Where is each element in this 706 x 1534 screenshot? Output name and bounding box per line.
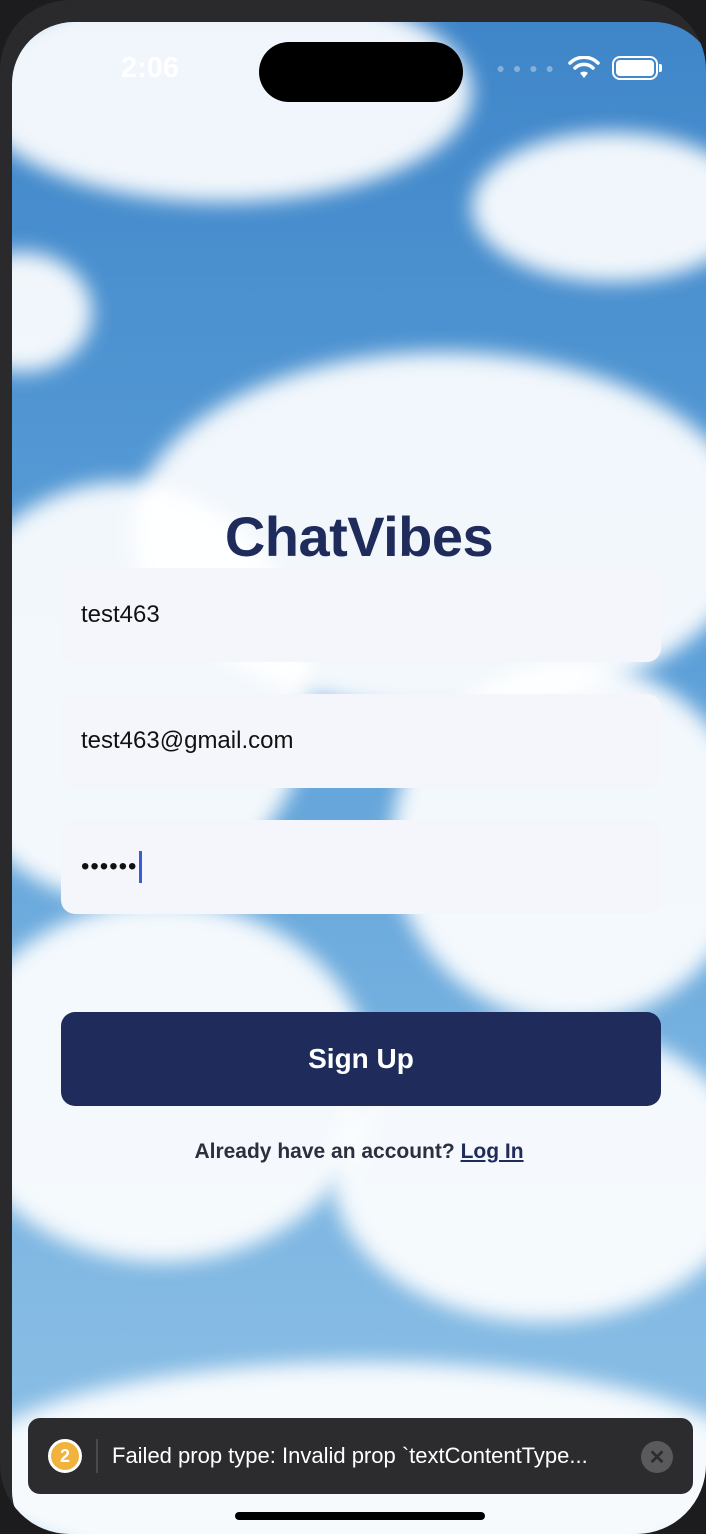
warning-toast[interactable]: 2 Failed prop type: Invalid prop `textCo…	[28, 1418, 693, 1494]
close-icon[interactable]: ✕	[641, 1441, 673, 1473]
app-title: ChatVibes	[224, 505, 494, 568]
dynamic-island	[259, 42, 463, 102]
status-time: 2:06	[120, 52, 180, 84]
home-indicator[interactable]	[235, 1512, 485, 1520]
email-value: test463@gmail.com	[81, 727, 294, 754]
toast-message: Failed prop type: Invalid prop `textCont…	[112, 1443, 588, 1468]
password-field[interactable]: ••••••	[61, 820, 661, 914]
signal-icon: ● ● ● ●	[496, 60, 556, 76]
password-value: ••••••	[81, 853, 138, 880]
phone-frame: 2:06 ● ● ● ● ChatVibes test463 test463@g…	[0, 0, 706, 1534]
signup-button[interactable]: Sign Up	[61, 1012, 661, 1106]
login-prompt-text: Already have an account?	[194, 1140, 455, 1163]
battery-icon	[612, 56, 662, 80]
warning-count-badge: 2	[48, 1439, 82, 1473]
login-prompt-row: Already have an account? Log In	[12, 1140, 706, 1164]
login-link[interactable]: Log In	[461, 1140, 524, 1163]
username-field[interactable]: test463	[61, 568, 661, 662]
email-field[interactable]: test463@gmail.com	[61, 694, 661, 788]
wifi-icon	[568, 56, 600, 78]
text-caret	[139, 851, 143, 883]
app-screen: 2:06 ● ● ● ● ChatVibes test463 test463@g…	[12, 22, 706, 1534]
status-icons: ● ● ● ●	[496, 56, 662, 80]
toast-divider	[96, 1439, 98, 1473]
username-value: test463	[81, 601, 160, 628]
